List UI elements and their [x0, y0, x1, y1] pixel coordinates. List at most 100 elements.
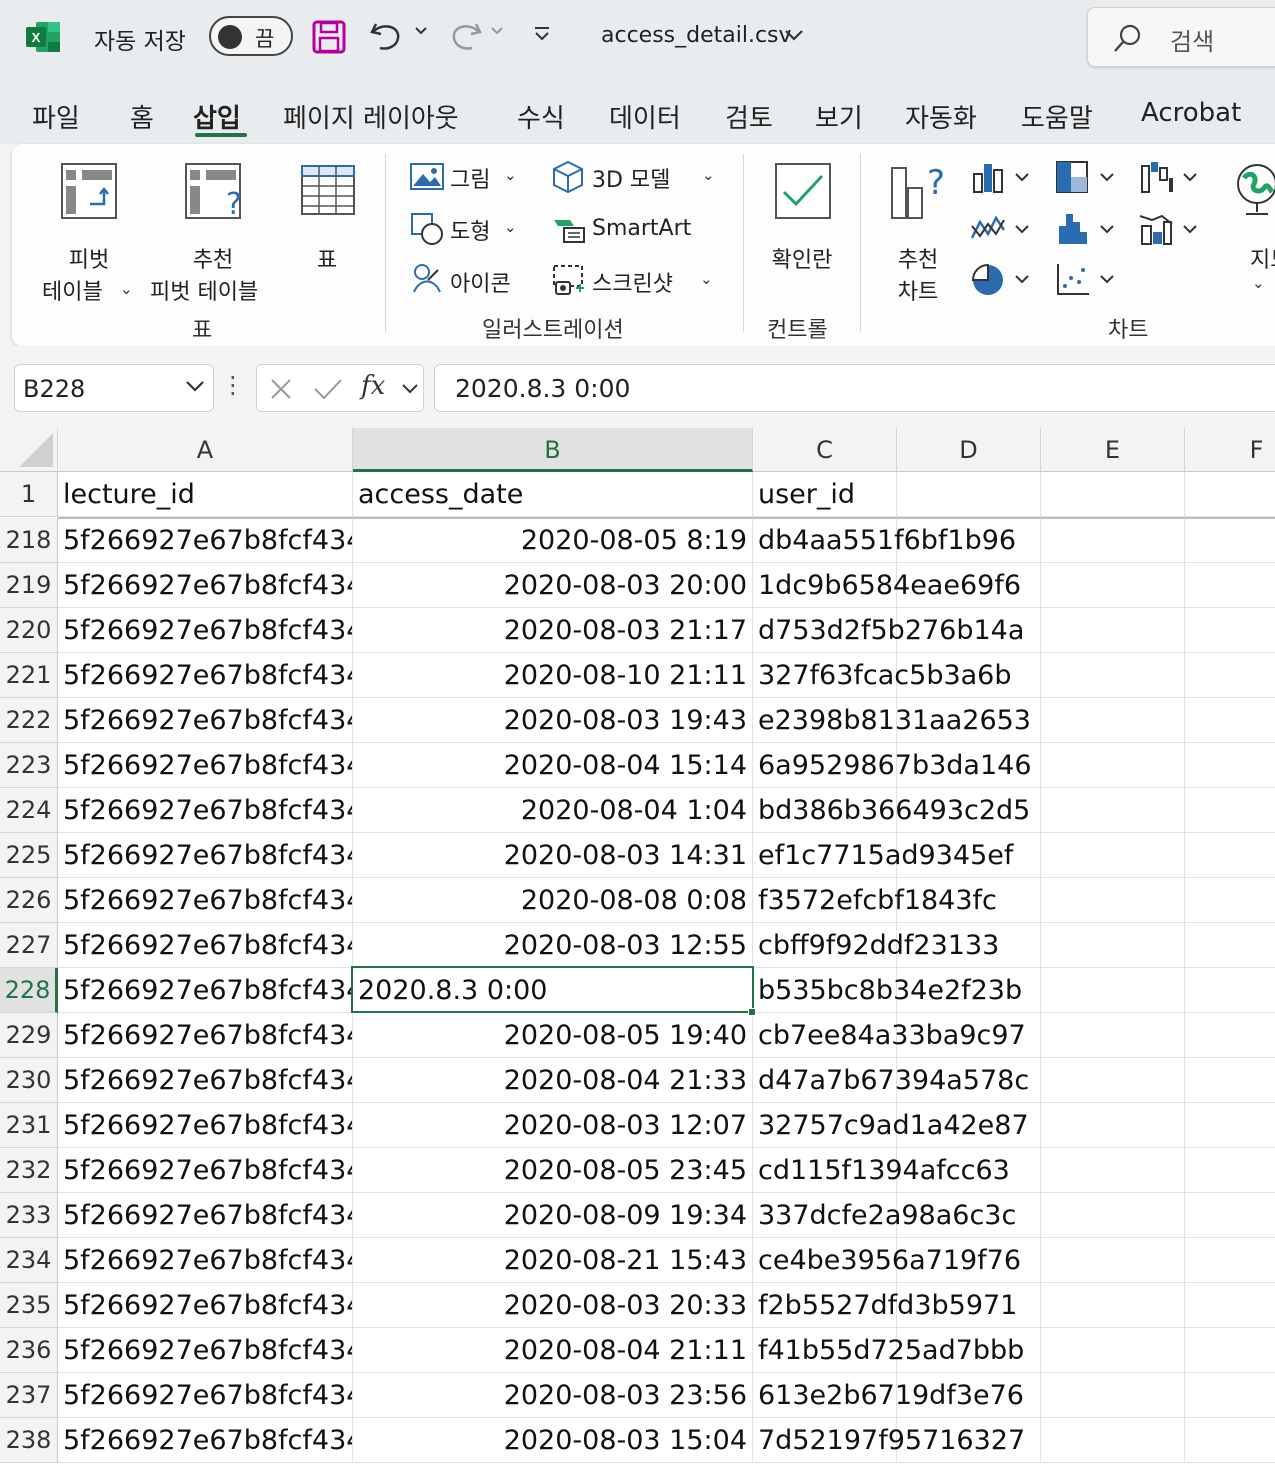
column-header-d[interactable]: D	[897, 428, 1041, 472]
waterfall-chart-icon[interactable]	[1138, 160, 1210, 194]
fill-handle[interactable]	[748, 1008, 756, 1016]
cell[interactable]	[1185, 1373, 1275, 1418]
row-header[interactable]: 237	[0, 1373, 58, 1418]
cell[interactable]	[1041, 743, 1185, 788]
row-header[interactable]: 224	[0, 788, 58, 833]
cell[interactable]: 5f266927e67b8fcf4340	[58, 833, 353, 878]
cell[interactable]: 613e2b6719df3e76	[753, 1373, 1024, 1418]
cancel-icon[interactable]	[269, 377, 293, 401]
3d-model-button[interactable]: 3D 모델 ⌄	[550, 160, 720, 196]
cell[interactable]: 2020-08-05 23:45	[353, 1148, 753, 1193]
cell[interactable]	[897, 878, 1041, 923]
cell[interactable]	[897, 698, 1041, 743]
cell[interactable]	[897, 833, 1041, 878]
cell[interactable]	[1041, 608, 1185, 653]
cell[interactable]: 5f266927e67b8fcf4340	[58, 923, 353, 968]
customize-toolbar-icon[interactable]	[532, 24, 552, 44]
row-header[interactable]: 238	[0, 1418, 58, 1463]
column-header-e[interactable]: E	[1041, 428, 1185, 472]
column-chart-icon[interactable]	[970, 160, 1042, 194]
picture-button[interactable]: 그림 ⌄	[408, 160, 528, 196]
cell[interactable]: f2b5527dfd3b5971	[753, 1283, 1017, 1328]
cell[interactable]: b535bc8b34e2f23b	[753, 968, 1022, 1013]
cell[interactable]	[897, 608, 1041, 653]
cell[interactable]: 5f266927e67b8fcf4340	[58, 698, 353, 743]
cell[interactable]	[1041, 1373, 1185, 1418]
cell[interactable]	[1041, 1148, 1185, 1193]
row-header[interactable]: 233	[0, 1193, 58, 1238]
cell[interactable]: 2020-08-03 20:00	[353, 563, 753, 608]
cell[interactable]: 2020-08-09 19:34	[353, 1193, 753, 1238]
save-icon[interactable]	[312, 20, 346, 54]
cell[interactable]	[1041, 1193, 1185, 1238]
row-header[interactable]: 231	[0, 1103, 58, 1148]
undo-dropdown-icon[interactable]	[414, 26, 428, 36]
cell[interactable]: 5f266927e67b8fcf4340	[58, 1238, 353, 1283]
cell[interactable]	[1041, 1013, 1185, 1058]
enter-icon[interactable]	[313, 377, 343, 401]
statistic-chart-icon[interactable]	[1055, 212, 1127, 246]
cell[interactable]	[897, 923, 1041, 968]
cell[interactable]	[1185, 1013, 1275, 1058]
cell[interactable]: 2020-08-03 14:31	[353, 833, 753, 878]
cell[interactable]: 2020-08-05 19:40	[353, 1013, 753, 1058]
recommended-charts-button[interactable]: ? 추천 차트	[878, 158, 958, 305]
cell[interactable]: 2020-08-04 1:04	[353, 788, 753, 833]
icons-button[interactable]: 아이콘	[408, 262, 532, 298]
cell[interactable]: 5f266927e67b8fcf4340	[58, 608, 353, 653]
cell[interactable]: 5f266927e67b8fcf4340	[58, 1148, 353, 1193]
formula-input[interactable]: 2020.8.3 0:00	[434, 364, 1275, 412]
cell[interactable]: d753d2f5b276b14a	[753, 608, 1024, 653]
row-header[interactable]: 232	[0, 1148, 58, 1193]
cell[interactable]	[1041, 1238, 1185, 1283]
cell[interactable]	[897, 968, 1041, 1013]
cell[interactable]: cd115f1394afcc63	[753, 1148, 1010, 1193]
smartart-button[interactable]: SmartArt	[550, 212, 700, 248]
cell[interactable]	[897, 1103, 1041, 1148]
column-header-b[interactable]: B	[353, 428, 753, 472]
cell[interactable]	[1185, 518, 1275, 563]
cell[interactable]	[1185, 968, 1275, 1013]
chevron-down-icon[interactable]	[401, 383, 419, 395]
cell[interactable]	[897, 1148, 1041, 1193]
line-chart-icon[interactable]	[970, 212, 1042, 246]
cell[interactable]	[897, 1418, 1041, 1463]
tab-page-layout[interactable]: 페이지 레이아웃	[283, 98, 459, 135]
row-header[interactable]: 230	[0, 1058, 58, 1103]
cell[interactable]: cbff9f92ddf23133	[753, 923, 999, 968]
cell[interactable]	[897, 1238, 1041, 1283]
cell[interactable]: 2020-08-03 20:33	[353, 1283, 753, 1328]
cell[interactable]: 5f266927e67b8fcf4340	[58, 653, 353, 698]
cell[interactable]: 1dc9b6584eae69f6	[753, 563, 1021, 608]
cell[interactable]: 7d52197f95716327	[753, 1418, 1025, 1463]
row-header[interactable]: 218	[0, 518, 58, 563]
hierarchy-chart-icon[interactable]	[1055, 160, 1127, 194]
cell[interactable]	[897, 472, 1041, 517]
cell[interactable]	[1185, 1418, 1275, 1463]
cell[interactable]	[1185, 788, 1275, 833]
cell[interactable]: 5f266927e67b8fcf4340	[58, 518, 353, 563]
cell[interactable]: 2020-08-03 15:04	[353, 1418, 753, 1463]
cell[interactable]	[897, 1283, 1041, 1328]
select-all-button[interactable]	[0, 428, 58, 472]
insert-function-icon[interactable]: fx	[361, 371, 385, 401]
cell[interactable]: 2020-08-03 23:56	[353, 1373, 753, 1418]
cell[interactable]	[1041, 653, 1185, 698]
cell[interactable]	[1185, 1058, 1275, 1103]
cell[interactable]: 5f266927e67b8fcf4340	[58, 1013, 353, 1058]
recommended-pivot-button[interactable]: ? 추천 피벗 테이블	[148, 158, 278, 308]
cell[interactable]: 2020-08-21 15:43	[353, 1238, 753, 1283]
row-header[interactable]: 236	[0, 1328, 58, 1373]
cell[interactable]	[1041, 878, 1185, 923]
cell[interactable]	[1041, 698, 1185, 743]
tab-file[interactable]: 파일	[32, 98, 80, 135]
cell[interactable]	[1041, 1103, 1185, 1148]
autosave-toggle[interactable]: 끔	[209, 16, 293, 56]
cell[interactable]: 2020.8.3 0:00	[353, 968, 753, 1013]
shapes-button[interactable]: 도형 ⌄	[408, 210, 528, 246]
cell[interactable]: access_date	[353, 472, 753, 517]
cell[interactable]	[1185, 1283, 1275, 1328]
cell[interactable]: f41b55d725ad7bbb	[753, 1328, 1024, 1373]
column-header-f[interactable]: F	[1185, 428, 1275, 472]
cell[interactable]	[1185, 472, 1275, 517]
